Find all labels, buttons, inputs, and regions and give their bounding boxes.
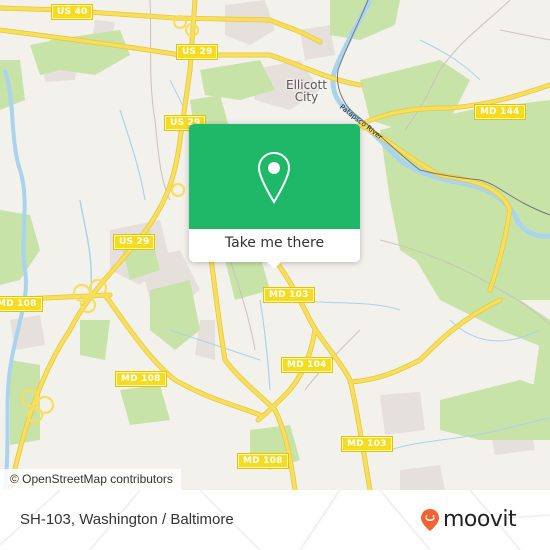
road-shield-md108: MD 108 [0,296,43,312]
popup-pointer [266,261,282,269]
road-shield-md103: MD 103 [341,436,393,452]
map-attribution[interactable]: © OpenStreetMap contributors [0,469,181,490]
map-view[interactable]: US 40 US 29 US 29 US 29 MD 144 MD 108 MD… [0,0,550,490]
road-shield-md108: MD 108 [115,371,167,387]
moovit-logo[interactable]: moovit [420,505,517,535]
moovit-pin-icon [421,509,439,531]
moovit-brand-text: moovit [443,507,517,532]
road-shield-md103: MD 103 [263,287,315,303]
road-shield-us29: US 29 [175,44,219,60]
road-shield-md104: MD 104 [281,357,333,373]
road-shield-us29: US 29 [112,234,156,250]
road-shield-md144: MD 144 [474,104,526,120]
road-shield-us40: US 40 [50,4,94,20]
location-popup: Take me there [189,124,360,269]
take-me-there-button[interactable]: Take me there [189,229,360,259]
footer-bar: SH-103, Washington / Baltimore moovit [0,490,550,550]
location-title: SH-103, Washington / Baltimore [20,511,234,528]
place-label-ellicott-city: Ellicott City [286,79,327,103]
road-shield-md108: MD 108 [237,453,289,469]
place-label-line: City [294,90,319,104]
